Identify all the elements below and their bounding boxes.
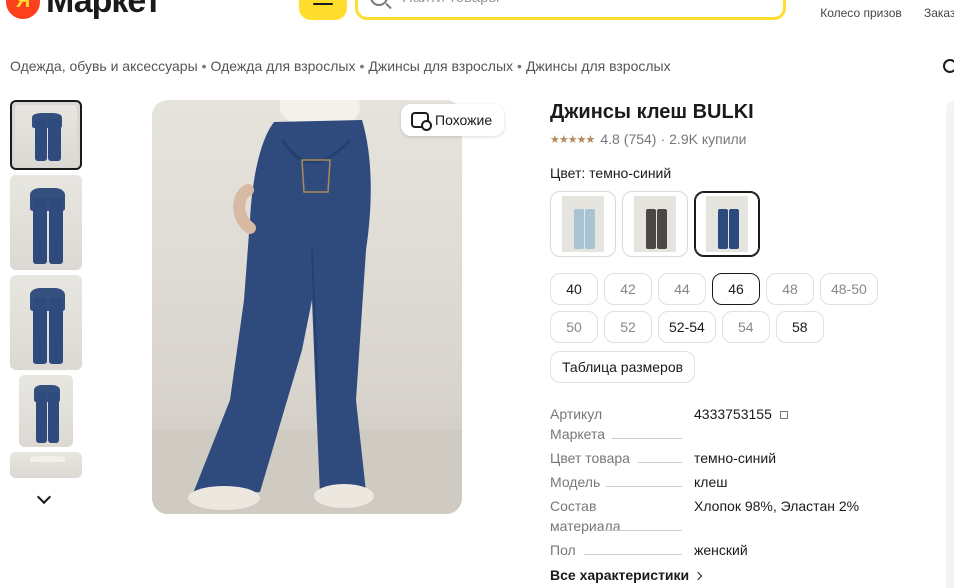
- thumbnail-image: [19, 375, 73, 447]
- chevron-right-icon: [693, 571, 703, 581]
- reviews-count: (754): [623, 131, 657, 147]
- size-option[interactable]: 42: [604, 273, 652, 305]
- breadcrumb-item[interactable]: Одежда, обувь и аксессуары: [10, 58, 198, 74]
- prize-wheel-link[interactable]: Колесо призов: [816, 6, 906, 20]
- logo-badge: Я: [6, 0, 40, 19]
- thumbnail-image: [10, 275, 82, 370]
- spec-value: женский: [694, 542, 748, 558]
- spec-value: темно-синий: [694, 450, 777, 466]
- rating-stars-icon: ★★★★★: [550, 133, 595, 146]
- copy-icon[interactable]: [779, 411, 788, 420]
- size-option[interactable]: 44: [658, 273, 706, 305]
- thumbnail-1[interactable]: [10, 100, 82, 170]
- spec-row: Модель клеш: [550, 472, 870, 492]
- swatch-image: [706, 196, 748, 252]
- size-selector: 40 42 44 46 48 48-50 50 52 52-54 54 58: [550, 273, 890, 343]
- spec-value: Хлопок 98%, Эластан 2%: [694, 498, 860, 514]
- spec-row: Артикул Маркета 4333753155: [550, 404, 870, 444]
- product-title: Джинсы клеш BULKI: [550, 101, 754, 123]
- color-swatches: [550, 191, 760, 257]
- all-specs-link[interactable]: Все характеристики: [550, 567, 703, 583]
- image-search-icon: [411, 112, 432, 131]
- thumbnail-3[interactable]: [10, 275, 82, 370]
- size-option[interactable]: 40: [550, 273, 598, 305]
- size-option[interactable]: 52: [604, 311, 652, 343]
- dot-separator: ·: [660, 131, 666, 147]
- size-option[interactable]: 48-50: [820, 273, 878, 305]
- prize-wheel-label: Колесо призов: [820, 6, 902, 20]
- size-option[interactable]: 50: [550, 311, 598, 343]
- similar-products-button[interactable]: Похожие: [401, 104, 505, 136]
- thumbnail-5[interactable]: [10, 452, 82, 478]
- size-table-button[interactable]: Таблица размеров: [550, 351, 696, 383]
- color-label: Цвет: темно-синий: [550, 165, 672, 181]
- search-icon: [370, 0, 388, 6]
- swatch-image: [634, 196, 676, 252]
- search-input[interactable]: [402, 0, 762, 6]
- catalog-button[interactable]: [299, 0, 347, 20]
- spec-key: Артикул Маркета: [550, 404, 694, 444]
- rating-summary[interactable]: ★★★★★ 4.8 (754) · 2.9K купили: [550, 131, 747, 147]
- size-option[interactable]: 54: [721, 311, 770, 343]
- size-option[interactable]: 52-54: [658, 311, 716, 343]
- menu-icon-line: [313, 3, 333, 5]
- spec-row: Состав материала Хлопок 98%, Эластан 2%: [550, 496, 870, 536]
- thumbnail-image: [10, 452, 82, 478]
- market-logo[interactable]: Я Маркет: [6, 0, 162, 21]
- orders-link[interactable]: Заказы: [924, 6, 954, 20]
- spec-value: клеш: [694, 474, 728, 490]
- thumbnail-4[interactable]: [19, 375, 73, 447]
- spec-key: Состав материала: [550, 496, 694, 536]
- thumbnail-2[interactable]: [10, 175, 82, 270]
- header: Я Маркет Колесо призов Заказы: [0, 0, 954, 24]
- breadcrumb-item[interactable]: Джинсы для взрослых: [368, 58, 513, 74]
- spec-row: Пол женский: [550, 540, 870, 560]
- spec-key: Модель: [550, 472, 694, 492]
- size-option-selected[interactable]: 46: [712, 273, 760, 305]
- jeans-illustration: [152, 100, 462, 514]
- color-swatch-dark-gray[interactable]: [622, 191, 688, 257]
- color-swatch-dark-blue[interactable]: [694, 191, 760, 257]
- breadcrumb-item[interactable]: Джинсы для взрослых: [526, 58, 671, 74]
- similar-label: Похожие: [435, 112, 493, 128]
- product-specs: Артикул Маркета 4333753155 Цвет товара т…: [550, 404, 870, 560]
- spec-key: Цвет товара: [550, 448, 694, 468]
- color-swatch-light-blue[interactable]: [550, 191, 616, 257]
- spec-row: Цвет товара темно-синий: [550, 448, 870, 468]
- thumbnail-gallery: [10, 100, 82, 483]
- bought-count: 2.9K купили: [669, 131, 747, 147]
- orders-label: Заказы: [924, 6, 954, 20]
- thumbnail-image: [15, 105, 77, 165]
- swatch-image: [562, 196, 604, 252]
- logo-text: Маркет: [46, 0, 162, 20]
- product-page: Я Маркет Колесо призов Заказы Одежда, об…: [0, 0, 954, 588]
- rating-value: 4.8: [600, 131, 620, 147]
- breadcrumb: Одежда, обувь и аксессуары • Одежда для вз…: [10, 58, 671, 74]
- share-icon[interactable]: [943, 59, 954, 73]
- breadcrumb-separator: •: [517, 58, 522, 74]
- breadcrumb-separator: •: [359, 58, 365, 74]
- right-side-panel: [946, 100, 954, 588]
- chevron-down-icon[interactable]: [36, 489, 52, 505]
- search-bar: [355, 0, 786, 20]
- spec-key: Пол: [550, 540, 694, 560]
- size-option[interactable]: 58: [775, 311, 824, 343]
- breadcrumb-item[interactable]: Одежда для взрослых: [211, 58, 356, 74]
- product-main-image[interactable]: [152, 100, 462, 514]
- spec-value: 4333753155: [694, 404, 788, 444]
- thumbnail-image: [10, 175, 82, 270]
- breadcrumb-separator: •: [201, 58, 207, 74]
- size-option[interactable]: 48: [766, 273, 814, 305]
